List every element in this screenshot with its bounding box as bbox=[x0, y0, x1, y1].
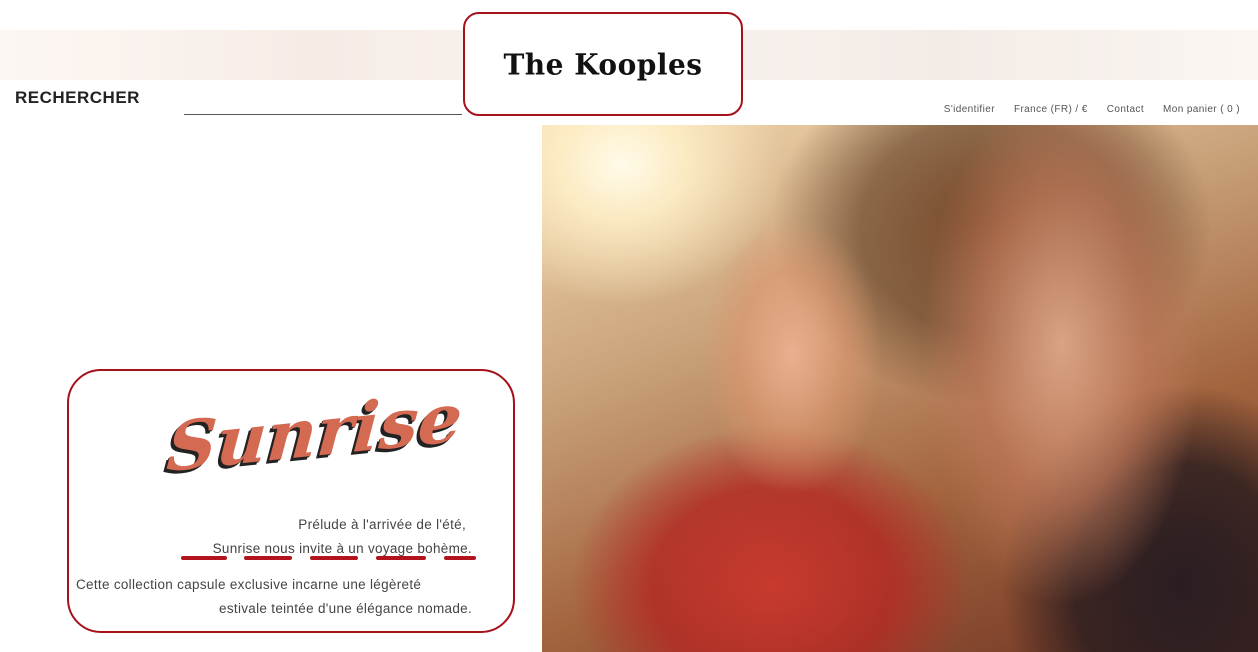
collection-title-text: Sunrise bbox=[164, 377, 466, 488]
hero-image[interactable] bbox=[542, 125, 1258, 652]
promo-text-line-1: Prélude à l'arrivée de l'été, bbox=[298, 517, 466, 532]
promo-text-line-4: estivale teintée d'une élégance nomade. bbox=[219, 601, 472, 616]
nav-contact-link[interactable]: Contact bbox=[1107, 104, 1144, 115]
promo-text-line-3: Cette collection capsule exclusive incar… bbox=[76, 577, 422, 592]
search-label: RECHERCHER bbox=[15, 88, 140, 107]
top-nav: S'identifier France (FR) / € Contact Mon… bbox=[944, 104, 1240, 115]
search-input[interactable] bbox=[184, 94, 462, 115]
nav-cart-link[interactable]: Mon panier ( 0 ) bbox=[1163, 104, 1240, 115]
annotation-underline bbox=[244, 556, 292, 560]
annotation-underline bbox=[376, 556, 426, 560]
collection-title: Sunrise bbox=[150, 370, 480, 495]
annotation-underline bbox=[310, 556, 358, 560]
nav-country-selector[interactable]: France (FR) / € bbox=[1014, 104, 1088, 115]
annotation-underline bbox=[444, 556, 476, 560]
nav-login-link[interactable]: S'identifier bbox=[944, 104, 995, 115]
brand-logo[interactable]: The Kooples bbox=[463, 12, 743, 116]
annotation-underline bbox=[181, 556, 227, 560]
brand-logo-text: The Kooples bbox=[503, 46, 703, 82]
promo-text-line-2: Sunrise nous invite à un voyage bohème. bbox=[212, 541, 472, 556]
